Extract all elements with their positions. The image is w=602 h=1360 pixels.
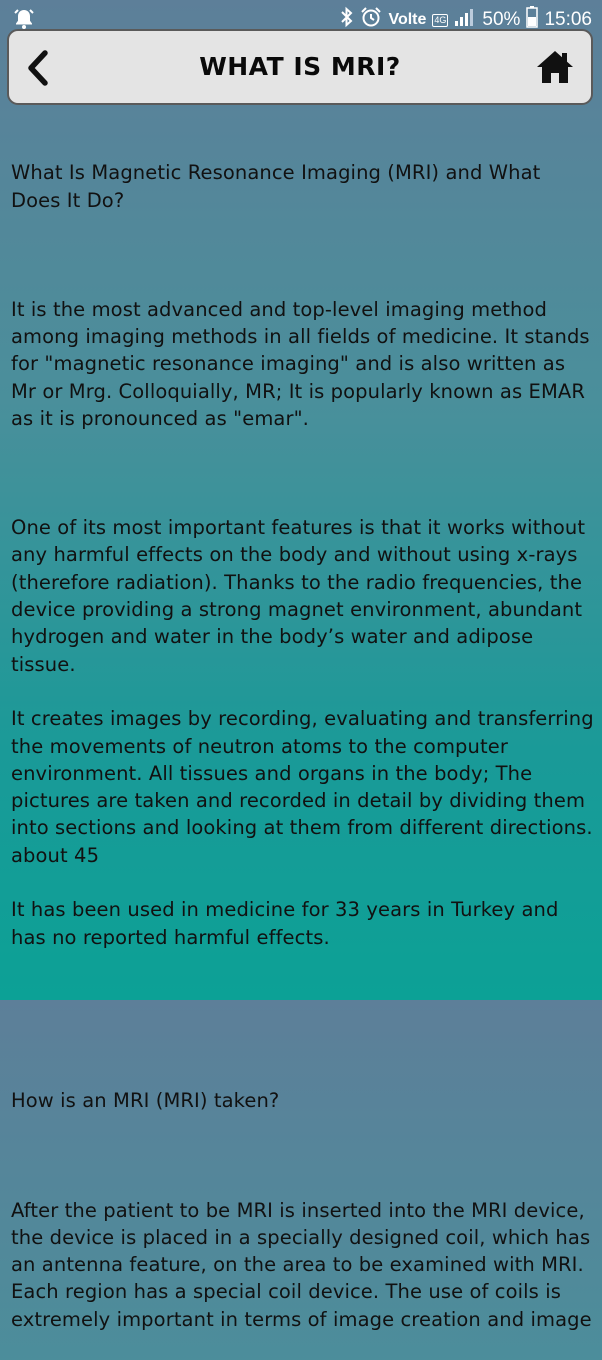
article-content: What Is Magnetic Resonance Imaging (MRI)… <box>11 132 595 1360</box>
network-badge: 4G <box>432 13 449 27</box>
home-button[interactable] <box>535 49 575 85</box>
battery-percent: 50% <box>482 9 521 30</box>
paragraph: After the patient to be MRI is inserted … <box>11 1198 592 1331</box>
section-heading: How is an MRI (MRI) taken? <box>11 1089 280 1113</box>
paragraph: It is the most advanced and top-level im… <box>11 297 590 430</box>
home-icon <box>537 51 573 83</box>
alarm-bell-icon <box>12 7 36 31</box>
clock-time: 15:06 <box>544 9 592 30</box>
page-title: WHAT IS MRI? <box>199 52 401 81</box>
app-header: WHAT IS MRI? <box>7 29 593 105</box>
paragraph: One of its most important features is th… <box>11 516 586 676</box>
paragraph: It creates images by recording, evaluati… <box>11 707 594 867</box>
section-heading: What Is Magnetic Resonance Imaging (MRI)… <box>11 161 541 212</box>
network-type: Volte <box>388 11 427 28</box>
paragraph: It has been used in medicine for 33 year… <box>11 898 559 949</box>
